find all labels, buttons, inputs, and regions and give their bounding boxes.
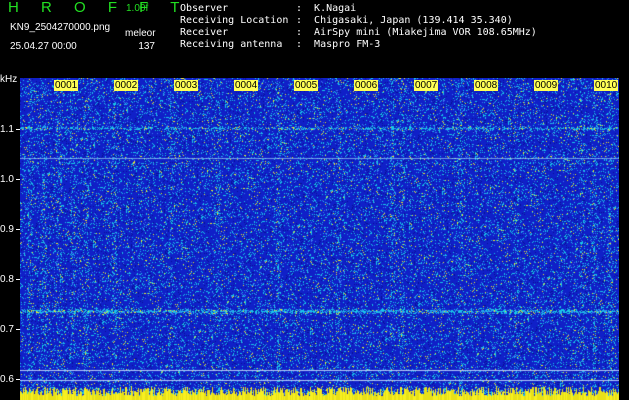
x-tick-label: 0001 bbox=[54, 80, 79, 91]
x-tick-label: 0007 bbox=[414, 80, 439, 91]
location-label: Receiving Location bbox=[180, 15, 289, 26]
filename-label: KN9_2504270000.png bbox=[10, 22, 111, 33]
app-title: H R O F F T bbox=[8, 0, 189, 16]
receiver-value: : AirSpy mini (Miakejima VOR 108.65MHz) bbox=[296, 27, 537, 38]
antenna-label: Receiving antenna bbox=[180, 39, 283, 50]
observer-value: : K.Nagai bbox=[296, 3, 357, 14]
detection-count: 137 bbox=[138, 41, 155, 52]
x-tick-label: 0004 bbox=[234, 80, 259, 91]
x-tick-label: 0006 bbox=[354, 80, 379, 91]
frequency-unit-label: kHz bbox=[0, 74, 18, 85]
observer-label: Observer bbox=[180, 3, 229, 14]
antenna-value: : Maspro FM-3 bbox=[296, 39, 381, 50]
receiver-label: Receiver bbox=[180, 27, 229, 38]
version-label: 1.00f bbox=[126, 3, 149, 14]
datetime-label: 25.04.27 00:00 bbox=[10, 41, 77, 52]
location-value: : Chigasaki, Japan (139.414 35.340) bbox=[296, 15, 513, 26]
spectrogram bbox=[20, 78, 619, 400]
x-tick-label: 0009 bbox=[534, 80, 559, 91]
x-tick-label: 0008 bbox=[474, 80, 499, 91]
detector-label: meleor bbox=[125, 28, 156, 39]
x-tick-label: 0003 bbox=[174, 80, 199, 91]
x-tick-label: 0005 bbox=[294, 80, 319, 91]
x-tick-label: 0010 bbox=[594, 80, 619, 91]
spectrogram-canvas bbox=[20, 78, 619, 400]
x-tick-label: 0002 bbox=[114, 80, 139, 91]
